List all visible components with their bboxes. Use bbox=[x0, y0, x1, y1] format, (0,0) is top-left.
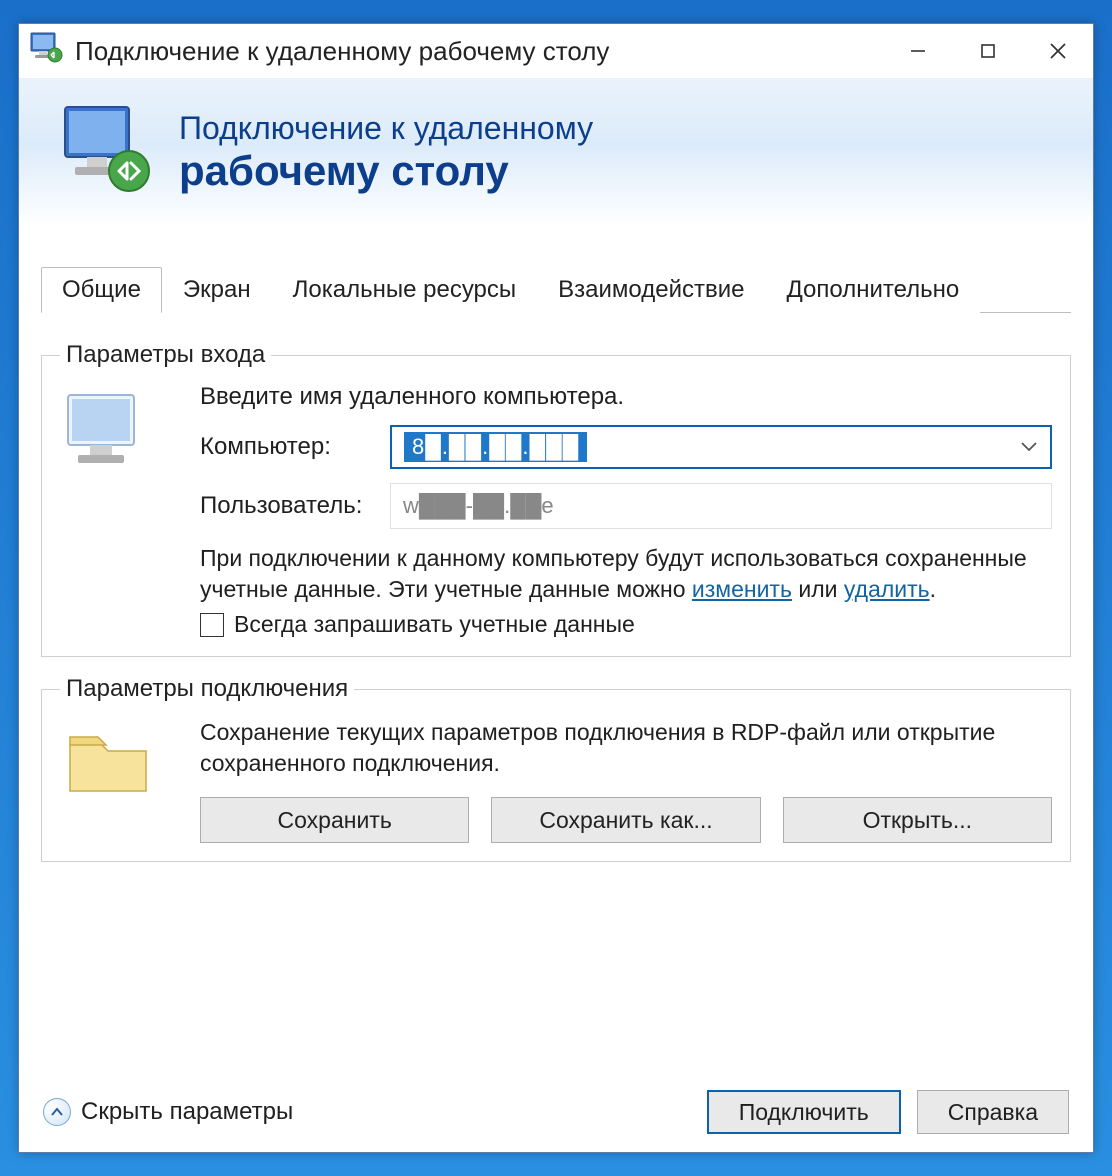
connection-group: Параметры подключения Сохранение текущих… bbox=[41, 675, 1071, 862]
maximize-button[interactable] bbox=[953, 24, 1023, 78]
connection-desc: Сохранение текущих параметров подключени… bbox=[200, 717, 1052, 779]
hide-options-toggle[interactable]: Скрыть параметры bbox=[43, 1098, 691, 1126]
tab-advanced[interactable]: Дополнительно bbox=[766, 267, 981, 313]
folder-icon bbox=[60, 717, 200, 843]
window-title: Подключение к удаленному рабочему столу bbox=[75, 36, 883, 67]
chevron-up-icon bbox=[43, 1098, 71, 1126]
tab-display[interactable]: Экран bbox=[162, 267, 272, 313]
banner-line1: Подключение к удаленному bbox=[179, 110, 593, 147]
edit-credentials-link[interactable]: изменить bbox=[692, 576, 792, 602]
connect-button[interactable]: Подключить bbox=[707, 1090, 901, 1134]
open-button[interactable]: Открыть... bbox=[783, 797, 1052, 843]
rdp-icon bbox=[29, 31, 65, 71]
banner: Подключение к удаленному рабочему столу bbox=[19, 78, 1093, 226]
save-as-button[interactable]: Сохранить как... bbox=[491, 797, 760, 843]
rdp-large-icon bbox=[59, 101, 159, 203]
login-instruction: Введите имя удаленного компьютера. bbox=[200, 383, 1052, 411]
rdp-window: Подключение к удаленному рабочему столу … bbox=[18, 23, 1094, 1153]
monitor-icon bbox=[60, 383, 200, 638]
close-button[interactable] bbox=[1023, 24, 1093, 78]
connection-legend: Параметры подключения bbox=[60, 675, 354, 703]
chevron-down-icon bbox=[1020, 434, 1038, 460]
banner-line2: рабочему столу bbox=[179, 147, 593, 195]
login-legend: Параметры входа bbox=[60, 341, 271, 369]
footer: Скрыть параметры Подключить Справка bbox=[19, 1072, 1093, 1152]
computer-combobox[interactable]: 8█.██.██.███ bbox=[390, 425, 1052, 469]
minimize-button[interactable] bbox=[883, 24, 953, 78]
computer-value: 8█.██.██.███ bbox=[404, 432, 587, 462]
user-label: Пользователь: bbox=[200, 492, 390, 520]
tab-general[interactable]: Общие bbox=[41, 267, 162, 313]
tabs: Общие Экран Локальные ресурсы Взаимодейс… bbox=[41, 266, 1071, 313]
tab-local-resources[interactable]: Локальные ресурсы bbox=[272, 267, 538, 313]
help-button[interactable]: Справка bbox=[917, 1090, 1069, 1134]
titlebar: Подключение к удаленному рабочему столу bbox=[19, 24, 1093, 78]
delete-credentials-link[interactable]: удалить bbox=[844, 576, 930, 602]
user-field: w███-██.██e bbox=[390, 483, 1052, 529]
computer-label: Компьютер: bbox=[200, 433, 390, 461]
login-group: Параметры входа Введите имя удаленного к… bbox=[41, 341, 1071, 657]
tab-experience[interactable]: Взаимодействие bbox=[537, 267, 765, 313]
always-prompt-label: Всегда запрашивать учетные данные bbox=[234, 611, 635, 638]
save-button[interactable]: Сохранить bbox=[200, 797, 469, 843]
always-prompt-checkbox[interactable] bbox=[200, 613, 224, 637]
credentials-note: При подключении к данному компьютеру буд… bbox=[200, 543, 1052, 605]
user-value: w███-██.██e bbox=[403, 493, 554, 519]
